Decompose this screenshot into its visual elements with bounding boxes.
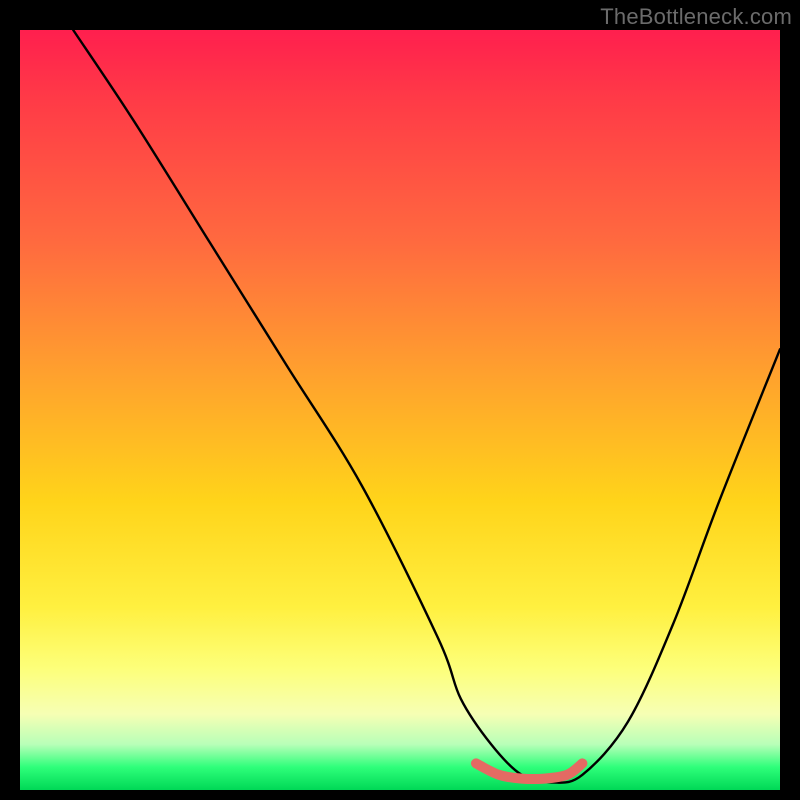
chart-svg [20,30,780,790]
watermark-text: TheBottleneck.com [600,4,792,30]
bottleneck-curve-line [73,30,780,783]
chart-frame [20,30,780,790]
optimal-range-line [476,763,582,779]
